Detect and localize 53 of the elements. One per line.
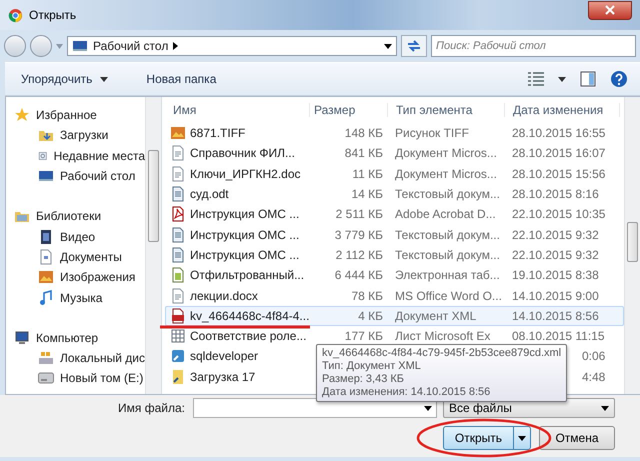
table-cell-text: Документ Micros... bbox=[394, 146, 498, 160]
table-cell-text: 148 КБ bbox=[344, 126, 384, 140]
table-cell-text: 28.10.2015 16:55 bbox=[511, 126, 606, 140]
file-name: Загрузка 17 bbox=[166, 368, 311, 385]
table-cell-text: 22.10.2015 9:32 bbox=[511, 248, 600, 262]
file-name: Инструкция ОМС ... bbox=[166, 226, 311, 243]
table-cell-text: 177 КБ bbox=[344, 329, 384, 344]
table-cell-text: MS Office Word O... bbox=[394, 288, 503, 303]
table-cell-text: 22.10.2015 9:32 bbox=[511, 228, 600, 242]
table-cell-text: Документ XML bbox=[394, 308, 478, 323]
table-cell-text: 4 КБ bbox=[357, 308, 384, 323]
window-title: Открыть bbox=[29, 8, 76, 22]
table-cell-text: Документ Micros... bbox=[394, 166, 498, 181]
table-cell-text: Электронная таб... bbox=[394, 268, 501, 282]
file-name: суд.odt bbox=[166, 186, 311, 202]
file-name: Инструкция ОМС ... bbox=[166, 206, 311, 222]
table-cell-text: 2 112 КБ bbox=[334, 248, 384, 262]
table-cell-text: 14.10.2015 8:56 bbox=[511, 308, 600, 323]
table-cell-text: Текстовый докум... bbox=[394, 248, 501, 262]
tooltip-line: Тип: Документ XML bbox=[322, 360, 421, 373]
table-cell-text: 19.10.2015 8:38 bbox=[511, 268, 600, 282]
table-cell-text: Рисунок TIFF bbox=[394, 126, 470, 140]
table-cell-text: Adobe Acrobat D... bbox=[394, 207, 497, 222]
tooltip-line: Размер: 3,43 КБ bbox=[322, 373, 404, 386]
file-name: 6871.TIFF bbox=[166, 125, 311, 142]
table-cell-text: Текстовый докум... bbox=[394, 228, 501, 242]
table-cell-text: 2 511 КБ bbox=[334, 207, 384, 222]
file-name: Отфильтрованный... bbox=[166, 267, 311, 284]
file-name: Инструкция ОМС ... bbox=[166, 246, 311, 263]
table-cell-text: 28.10.2015 8:16 bbox=[511, 187, 600, 202]
table-cell-text: 22.10.2015 10:35 bbox=[511, 207, 606, 222]
file-name: sqldeveloper bbox=[166, 348, 311, 364]
table-cell-text: 14.10.2015 9:00 bbox=[511, 288, 600, 303]
table-cell-text: 28.10.2015 15:56 bbox=[511, 166, 606, 181]
tooltip-line: kv_4664468c-4f84-4c79-945f-2b53cee879cd.xml bbox=[322, 347, 562, 360]
file-name: лекции.docx bbox=[166, 288, 311, 304]
table-cell-text: 78 КБ bbox=[350, 288, 384, 303]
file-name: Ключи_ИРГКН2.doc bbox=[166, 166, 311, 182]
file-name-label: Имя файла: bbox=[118, 401, 185, 415]
table-cell-text: 08.10.2015 11:15 bbox=[511, 329, 606, 344]
table-cell-text: 6 444 КБ bbox=[334, 268, 384, 282]
table-cell-text: 28.10.2015 16:07 bbox=[511, 146, 606, 160]
table-cell-text: 11 КБ bbox=[351, 166, 384, 181]
table-cell-text: 4:48 bbox=[581, 370, 606, 384]
file-name: kv_4664468c-4f84-4... bbox=[166, 308, 311, 324]
file-name: Соответствие роле... bbox=[166, 328, 311, 344]
table-cell-text: 14 КБ bbox=[350, 187, 384, 202]
table-cell-text: 3 779 КБ bbox=[334, 228, 384, 242]
tooltip-line: Дата изменения: 14.10.2015 8:56 bbox=[322, 386, 490, 399]
file-name: Справочник ФИЛ... bbox=[166, 145, 311, 162]
table-cell-text: 841 КБ bbox=[344, 146, 384, 160]
table-cell-text: Текстовый докум... bbox=[394, 187, 501, 202]
table-cell-text: Лист Microsoft Ex bbox=[394, 329, 492, 344]
